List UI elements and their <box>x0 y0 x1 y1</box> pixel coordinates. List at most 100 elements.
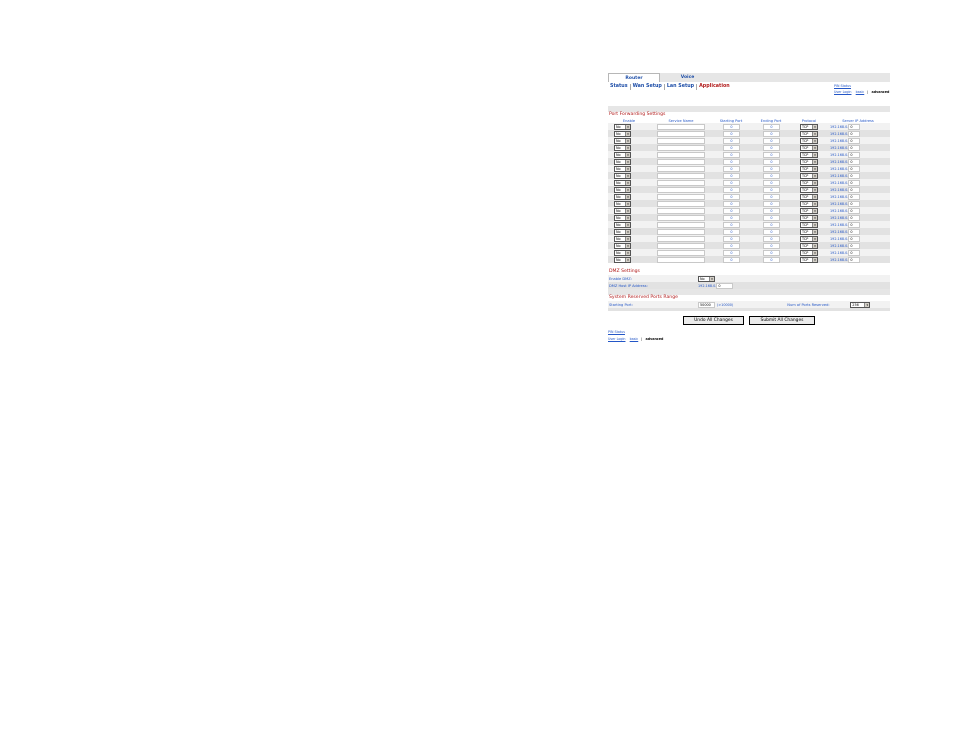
reserved-num-select[interactable]: 256 ▾ <box>850 301 871 308</box>
tab-router[interactable]: Router <box>608 73 660 82</box>
ending-port-input[interactable]: 0 <box>762 123 780 130</box>
ending-port-input[interactable]: 0 <box>762 186 780 193</box>
server-ip-last-octet-input[interactable]: 0 <box>848 207 861 214</box>
starting-port-input[interactable]: 0 <box>722 123 740 130</box>
ending-port-input[interactable]: 0 <box>762 137 780 144</box>
service-name-input[interactable] <box>657 158 705 165</box>
footer-pin-status-link[interactable]: PIN Status <box>608 330 625 334</box>
dmz-host-last-octet-input[interactable]: 0 <box>716 282 734 289</box>
pin-status-link[interactable]: PIN Status <box>834 84 851 88</box>
server-ip-last-octet-input[interactable]: 0 <box>848 186 861 193</box>
enable-select[interactable]: No ▾ <box>614 256 631 263</box>
server-ip-last-octet-input[interactable]: 0 <box>848 214 861 221</box>
subtab-lan-setup[interactable]: Lan Setup <box>665 84 698 90</box>
service-name-input[interactable] <box>657 228 705 235</box>
enable-select[interactable]: No ▾ <box>614 179 631 186</box>
protocol-select[interactable]: TCP ▾ <box>800 207 818 214</box>
submit-all-changes-button[interactable]: Submit All Changes <box>749 316 815 325</box>
service-name-input[interactable] <box>657 200 705 207</box>
protocol-select[interactable]: TCP ▾ <box>800 158 818 165</box>
protocol-select[interactable]: TCP ▾ <box>800 235 818 242</box>
enable-select[interactable]: No ▾ <box>614 242 631 249</box>
server-ip-last-octet-input[interactable]: 0 <box>848 179 861 186</box>
ending-port-input[interactable]: 0 <box>762 221 780 228</box>
enable-select[interactable]: No ▾ <box>614 130 631 137</box>
enable-select[interactable]: No ▾ <box>614 214 631 221</box>
server-ip-last-octet-input[interactable]: 0 <box>848 221 861 228</box>
server-ip-last-octet-input[interactable]: 0 <box>848 172 861 179</box>
ending-port-input[interactable]: 0 <box>762 151 780 158</box>
advanced-link[interactable]: advanced <box>871 90 889 94</box>
service-name-input[interactable] <box>657 165 705 172</box>
service-name-input[interactable] <box>657 249 705 256</box>
starting-port-input[interactable]: 0 <box>722 221 740 228</box>
service-name-input[interactable] <box>657 172 705 179</box>
starting-port-input[interactable]: 0 <box>722 214 740 221</box>
ending-port-input[interactable]: 0 <box>762 193 780 200</box>
enable-select[interactable]: No ▾ <box>614 123 631 130</box>
starting-port-input[interactable]: 0 <box>722 242 740 249</box>
protocol-select[interactable]: TCP ▾ <box>800 256 818 263</box>
server-ip-last-octet-input[interactable]: 0 <box>848 228 861 235</box>
protocol-select[interactable]: TCP ▾ <box>800 193 818 200</box>
service-name-input[interactable] <box>657 123 705 130</box>
ending-port-input[interactable]: 0 <box>762 256 780 263</box>
server-ip-last-octet-input[interactable]: 0 <box>848 137 861 144</box>
ending-port-input[interactable]: 0 <box>762 172 780 179</box>
protocol-select[interactable]: TCP ▾ <box>800 242 818 249</box>
enable-select[interactable]: No ▾ <box>614 172 631 179</box>
dmz-enable-select[interactable]: No ▾ <box>698 275 715 282</box>
server-ip-last-octet-input[interactable]: 0 <box>848 200 861 207</box>
protocol-select[interactable]: TCP ▾ <box>800 151 818 158</box>
protocol-select[interactable]: TCP ▾ <box>800 179 818 186</box>
service-name-input[interactable] <box>657 207 705 214</box>
protocol-select[interactable]: TCP ▾ <box>800 144 818 151</box>
basic-link[interactable]: basic <box>856 90 865 94</box>
protocol-select[interactable]: TCP ▾ <box>800 249 818 256</box>
server-ip-last-octet-input[interactable]: 0 <box>848 144 861 151</box>
starting-port-input[interactable]: 0 <box>722 151 740 158</box>
service-name-input[interactable] <box>657 242 705 249</box>
enable-select[interactable]: No ▾ <box>614 200 631 207</box>
service-name-input[interactable] <box>657 179 705 186</box>
service-name-input[interactable] <box>657 235 705 242</box>
server-ip-last-octet-input[interactable]: 0 <box>848 158 861 165</box>
starting-port-input[interactable]: 0 <box>722 144 740 151</box>
footer-user-login-link[interactable]: User Login <box>608 337 625 341</box>
enable-select[interactable]: No ▾ <box>614 158 631 165</box>
server-ip-last-octet-input[interactable]: 0 <box>848 130 861 137</box>
starting-port-input[interactable]: 0 <box>722 249 740 256</box>
ending-port-input[interactable]: 0 <box>762 235 780 242</box>
protocol-select[interactable]: TCP ▾ <box>800 214 818 221</box>
starting-port-input[interactable]: 0 <box>722 130 740 137</box>
subtab-application[interactable]: Application <box>697 84 732 90</box>
ending-port-input[interactable]: 0 <box>762 207 780 214</box>
server-ip-last-octet-input[interactable]: 0 <box>848 193 861 200</box>
starting-port-input[interactable]: 0 <box>722 186 740 193</box>
protocol-select[interactable]: TCP ▾ <box>800 200 818 207</box>
ending-port-input[interactable]: 0 <box>762 242 780 249</box>
enable-select[interactable]: No ▾ <box>614 249 631 256</box>
enable-select[interactable]: No ▾ <box>614 235 631 242</box>
enable-select[interactable]: No ▾ <box>614 193 631 200</box>
service-name-input[interactable] <box>657 151 705 158</box>
starting-port-input[interactable]: 0 <box>722 256 740 263</box>
starting-port-input[interactable]: 0 <box>722 165 740 172</box>
ending-port-input[interactable]: 0 <box>762 144 780 151</box>
server-ip-last-octet-input[interactable]: 0 <box>848 151 861 158</box>
service-name-input[interactable] <box>657 186 705 193</box>
ending-port-input[interactable]: 0 <box>762 228 780 235</box>
footer-basic-link[interactable]: basic <box>630 337 639 341</box>
starting-port-input[interactable]: 0 <box>722 193 740 200</box>
enable-select[interactable]: No ▾ <box>614 137 631 144</box>
starting-port-input[interactable]: 0 <box>722 179 740 186</box>
service-name-input[interactable] <box>657 144 705 151</box>
protocol-select[interactable]: TCP ▾ <box>800 221 818 228</box>
ending-port-input[interactable]: 0 <box>762 249 780 256</box>
protocol-select[interactable]: TCP ▾ <box>800 137 818 144</box>
starting-port-input[interactable]: 0 <box>722 228 740 235</box>
ending-port-input[interactable]: 0 <box>762 165 780 172</box>
footer-advanced-link[interactable]: advanced <box>645 337 663 341</box>
ending-port-input[interactable]: 0 <box>762 179 780 186</box>
server-ip-last-octet-input[interactable]: 0 <box>848 256 861 263</box>
